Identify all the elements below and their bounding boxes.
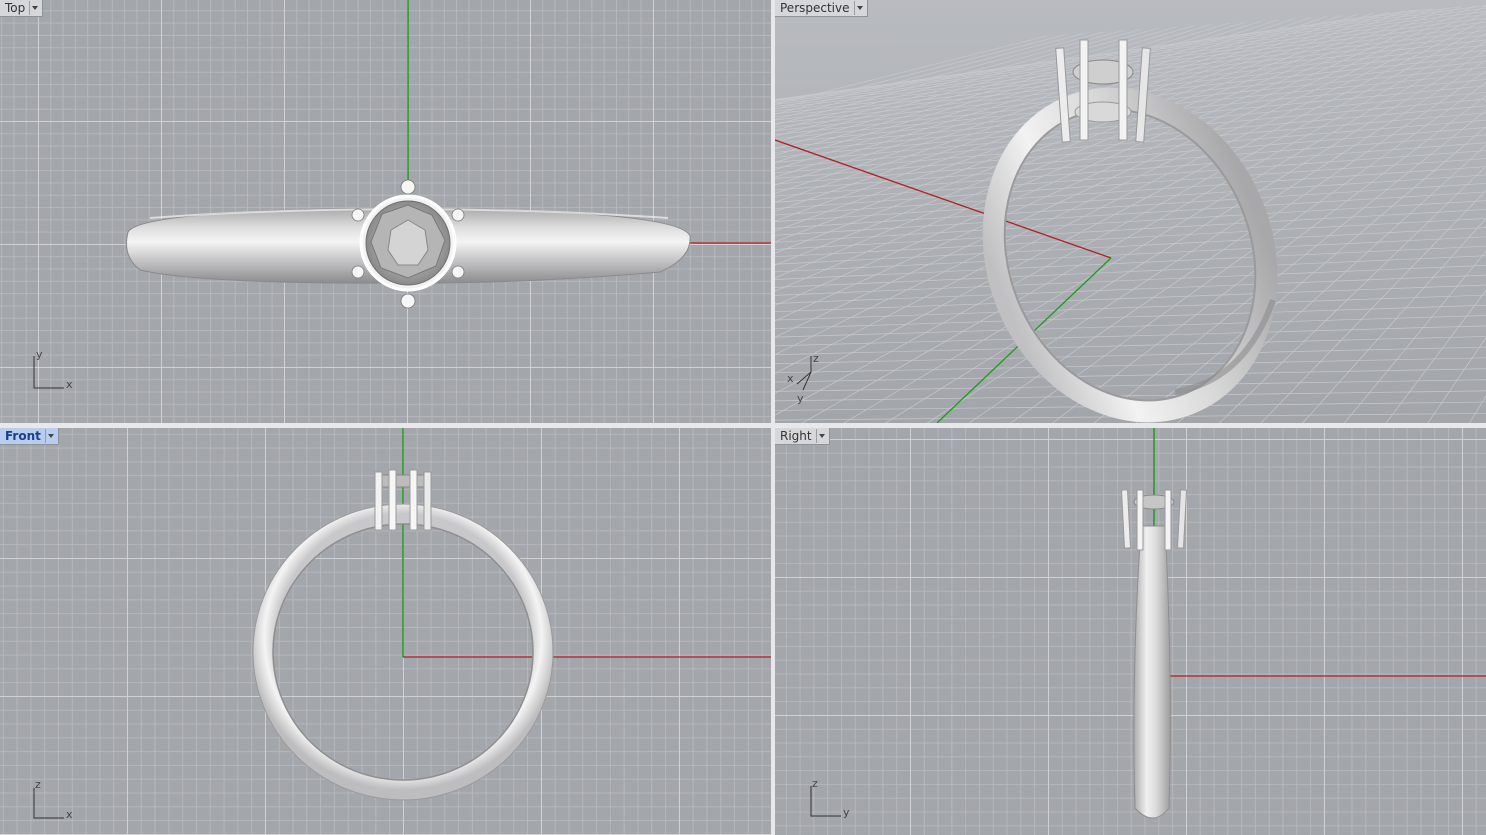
viewport-front[interactable]: Front z x (0, 428, 771, 835)
top-view-scene (33, 0, 771, 389)
perspective-view-scene (775, 0, 1486, 423)
axes-icon (33, 356, 64, 389)
ring-shank (1133, 525, 1171, 819)
right-view-scene (810, 428, 1486, 819)
viewport-tab-right[interactable]: Right (775, 428, 830, 445)
viewport-title: Right (780, 429, 812, 443)
viewport-right[interactable]: Right z y (775, 428, 1486, 835)
viewport-top[interactable]: Top y x (0, 0, 771, 423)
front-view-scene (33, 428, 771, 819)
axes-icon (810, 786, 841, 817)
chevron-down-icon[interactable] (815, 429, 827, 443)
viewport-tab-top[interactable]: Top (0, 0, 44, 17)
viewport-tab-front[interactable]: Front (0, 428, 59, 445)
viewport-tab-perspective[interactable]: Perspective (775, 0, 868, 17)
axes-icon (33, 788, 64, 819)
chevron-down-icon[interactable] (44, 429, 56, 443)
viewport-title: Front (5, 429, 41, 443)
viewport-perspective[interactable]: Perspective z x y (775, 0, 1486, 423)
chevron-down-icon[interactable] (29, 1, 40, 15)
viewport-title: Top (5, 1, 26, 15)
chevron-down-icon[interactable] (853, 1, 865, 15)
viewport-title: Perspective (780, 1, 850, 15)
